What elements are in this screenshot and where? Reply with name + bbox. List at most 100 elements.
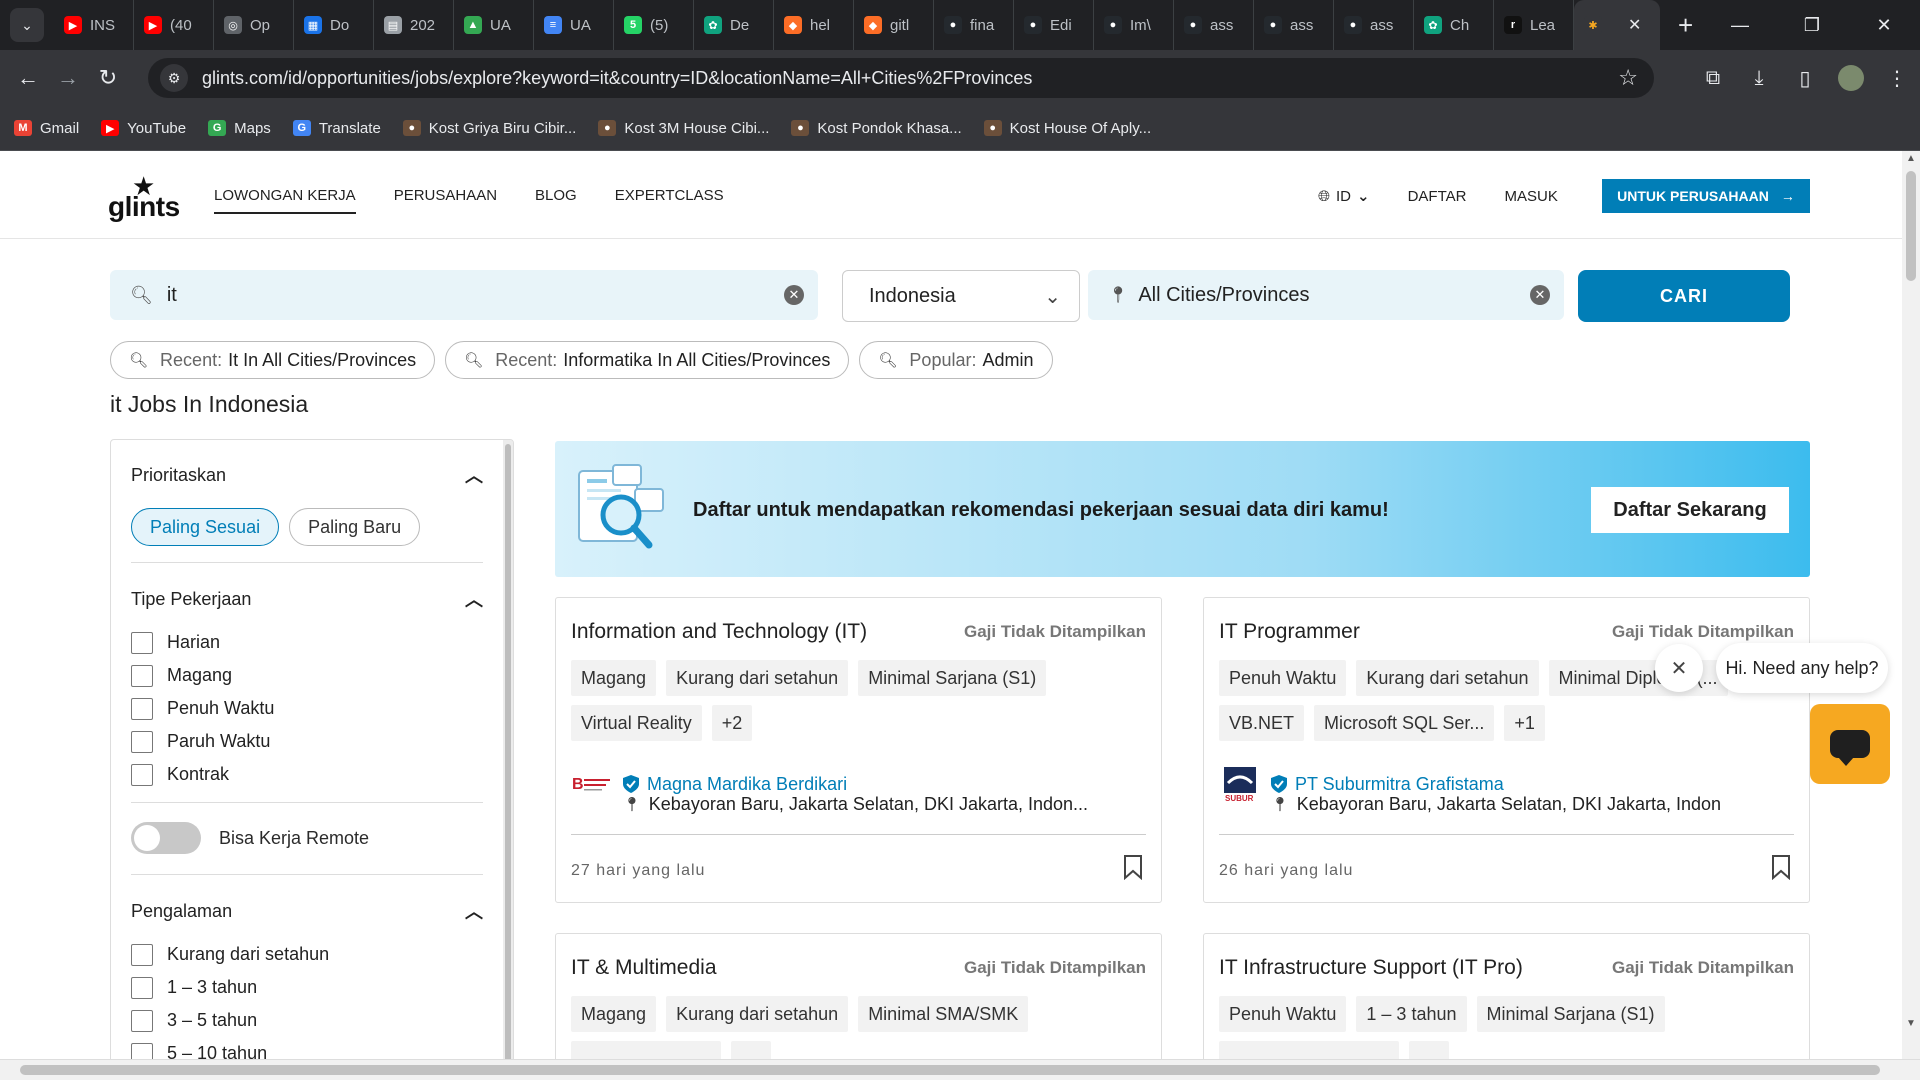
nav-expertclass[interactable]: EXPERTCLASS: [615, 187, 724, 214]
bookmark-item[interactable]: ▶ YouTube: [101, 120, 186, 137]
restore-icon[interactable]: ❐: [1776, 15, 1848, 36]
browser-tab[interactable]: ≡ UA: [534, 0, 614, 50]
browser-tab[interactable]: ● ass: [1334, 0, 1414, 50]
checkbox[interactable]: [131, 1009, 153, 1032]
filter-option[interactable]: 1 – 3 tahun: [131, 971, 483, 1004]
download-icon[interactable]: ⤓: [1746, 67, 1772, 90]
browser-tab-active[interactable]: ✱ ✕: [1574, 0, 1660, 50]
browser-tab[interactable]: ▶ INS: [54, 0, 134, 50]
filter-option[interactable]: Magang: [131, 659, 483, 692]
job-card[interactable]: IT Infrastructure Support (IT Pro) Gaji …: [1203, 933, 1810, 1059]
minimize-icon[interactable]: —: [1704, 15, 1776, 36]
browser-menu-icon[interactable]: ⋮: [1884, 66, 1910, 91]
browser-tab[interactable]: ◎ Op: [214, 0, 294, 50]
location-input[interactable]: 📍︎ All Cities/Provinces ✕: [1088, 270, 1564, 320]
bookmark-star-icon[interactable]: ☆: [1618, 65, 1638, 91]
browser-tab[interactable]: 5 (5): [614, 0, 694, 50]
scroll-thumb[interactable]: [20, 1065, 1880, 1075]
sort-most-relevant[interactable]: Paling Sesuai: [131, 508, 280, 546]
filter-option[interactable]: 3 – 5 tahun: [131, 1004, 483, 1037]
bookmark-icon[interactable]: [1771, 854, 1791, 880]
login-link[interactable]: MASUK: [1504, 188, 1557, 205]
close-window-icon[interactable]: ✕: [1848, 15, 1920, 36]
checkbox[interactable]: [131, 664, 153, 687]
chat-launcher-button[interactable]: [1810, 704, 1890, 784]
checkbox[interactable]: [131, 697, 153, 720]
search-button[interactable]: CARI: [1578, 270, 1790, 322]
extensions-icon[interactable]: ⧉: [1700, 67, 1726, 90]
scroll-thumb[interactable]: [1906, 171, 1916, 281]
job-card[interactable]: IT Programmer Gaji Tidak Ditampilkan Pen…: [1203, 597, 1810, 903]
address-bar[interactable]: ⚙ glints.com/id/opportunities/jobs/explo…: [148, 58, 1654, 98]
nav-lowongan-kerja[interactable]: LOWONGAN KERJA: [214, 187, 356, 214]
bookmark-item[interactable]: M Gmail: [14, 120, 79, 137]
checkbox[interactable]: [131, 763, 153, 786]
scroll-up-icon[interactable]: ▲: [1906, 153, 1916, 164]
filter-option[interactable]: Kontrak: [131, 758, 483, 791]
bookmark-item[interactable]: G Maps: [208, 120, 271, 137]
page-vertical-scrollbar[interactable]: ▲ ▼: [1902, 151, 1920, 1059]
popular-search-chip[interactable]: 🔍︎ Popular: Admin: [859, 341, 1053, 379]
experience-header[interactable]: Pengalaman ︿: [131, 898, 483, 924]
scroll-down-icon[interactable]: ▼: [1906, 1018, 1916, 1029]
job-type-header[interactable]: Tipe Pekerjaan ︿: [131, 586, 483, 612]
chat-greeting-bubble[interactable]: Hi. Need any help?: [1716, 643, 1888, 693]
browser-tab[interactable]: ◆ gitl: [854, 0, 934, 50]
browser-tab[interactable]: ● fina: [934, 0, 1014, 50]
company-name[interactable]: PT Suburmitra Grafistama: [1295, 774, 1504, 795]
more-tags-badge[interactable]: +2: [711, 705, 753, 741]
language-selector[interactable]: 🌐︎ ID ⌄: [1318, 187, 1370, 206]
url-text[interactable]: glints.com/id/opportunities/jobs/explore…: [202, 68, 1032, 89]
nav-perusahaan[interactable]: PERUSAHAAN: [394, 187, 497, 214]
side-panel-icon[interactable]: ▯: [1792, 66, 1818, 91]
tab-search-button[interactable]: ⌄: [10, 8, 44, 42]
browser-tab[interactable]: ◆ hel: [774, 0, 854, 50]
reload-icon[interactable]: ↻: [88, 65, 128, 91]
profile-avatar[interactable]: [1838, 65, 1864, 91]
page-horizontal-scrollbar[interactable]: [0, 1059, 1920, 1080]
browser-tab[interactable]: ✿ Ch: [1414, 0, 1494, 50]
bookmark-item[interactable]: ● Kost Pondok Khasa...: [791, 120, 962, 137]
checkbox[interactable]: [131, 631, 153, 654]
for-company-button[interactable]: UNTUK PERUSAHAAN →: [1602, 179, 1810, 213]
close-tab-icon[interactable]: ✕: [1628, 15, 1641, 35]
browser-tab[interactable]: ● Edi: [1014, 0, 1094, 50]
job-title[interactable]: IT Programmer: [1219, 620, 1360, 644]
job-title[interactable]: IT & Multimedia: [571, 956, 717, 980]
browser-tab[interactable]: ▶ (40: [134, 0, 214, 50]
filter-option[interactable]: 5 – 10 tahun: [131, 1037, 483, 1059]
site-info-icon[interactable]: ⚙: [160, 64, 188, 92]
browser-tab[interactable]: ▦ Do: [294, 0, 374, 50]
bookmark-item[interactable]: ● Kost 3M House Cibi...: [598, 120, 769, 137]
clear-location-icon[interactable]: ✕: [1530, 285, 1550, 305]
bookmark-icon[interactable]: [1123, 854, 1143, 880]
register-link[interactable]: DAFTAR: [1408, 188, 1467, 205]
forward-icon[interactable]: →: [48, 65, 88, 91]
country-select[interactable]: Indonesia ⌄: [842, 270, 1080, 322]
bookmark-item[interactable]: ● Kost Griya Biru Cibir...: [402, 120, 576, 137]
clear-keyword-icon[interactable]: ✕: [784, 285, 804, 305]
checkbox[interactable]: [131, 730, 153, 753]
checkbox[interactable]: [131, 1042, 153, 1059]
browser-tab[interactable]: ✿ De: [694, 0, 774, 50]
recent-search-chip[interactable]: 🔍︎ Recent: Informatika In All Cities/Pro…: [445, 341, 850, 379]
new-tab-button[interactable]: +: [1678, 10, 1693, 41]
bookmark-item[interactable]: G Translate: [292, 120, 381, 137]
glints-logo[interactable]: ★ glints: [108, 171, 180, 222]
checkbox[interactable]: [131, 943, 153, 966]
priority-header[interactable]: Prioritaskan ︿: [131, 462, 483, 488]
job-title[interactable]: IT Infrastructure Support (IT Pro): [1219, 956, 1523, 980]
remote-toggle[interactable]: [131, 822, 201, 854]
sort-newest[interactable]: Paling Baru: [289, 508, 421, 546]
back-icon[interactable]: ←: [8, 65, 48, 91]
job-card[interactable]: Information and Technology (IT) Gaji Tid…: [555, 597, 1162, 903]
job-title[interactable]: Information and Technology (IT): [571, 620, 867, 644]
job-card[interactable]: IT & Multimedia Gaji Tidak Ditampilkan M…: [555, 933, 1162, 1059]
more-tags-badge[interactable]: [731, 1041, 771, 1059]
filter-option[interactable]: Harian: [131, 626, 483, 659]
more-tags-badge[interactable]: [1409, 1041, 1449, 1059]
register-now-button[interactable]: Daftar Sekarang: [1591, 487, 1789, 533]
browser-tab[interactable]: ● ass: [1254, 0, 1334, 50]
company-name[interactable]: Magna Mardika Berdikari: [647, 774, 847, 795]
recent-search-chip[interactable]: 🔍︎ Recent: It In All Cities/Provinces: [110, 341, 436, 379]
